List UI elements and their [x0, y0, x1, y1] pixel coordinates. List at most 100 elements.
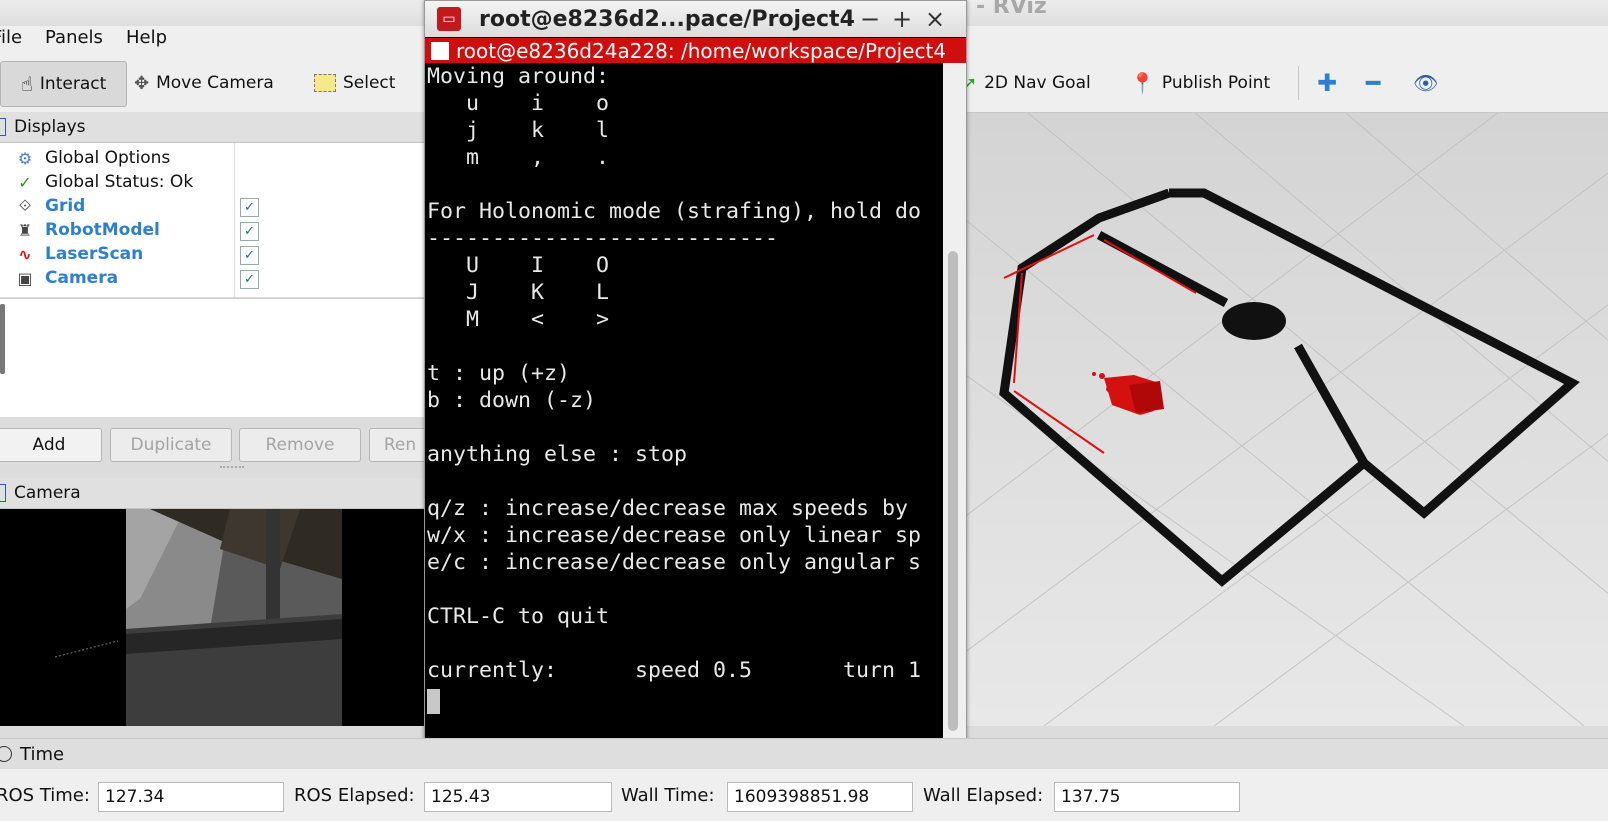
tree-item-camera[interactable]: ▣ Camera — [0, 266, 424, 290]
move-camera-label: Move Camera — [156, 73, 274, 93]
select-label: Select — [343, 73, 396, 93]
terminal-line: b : down (-z) — [427, 388, 597, 413]
minimize-icon[interactable]: − — [860, 5, 880, 33]
terminal-line: Moving around: — [427, 64, 610, 89]
robotmodel-checkbox[interactable]: ✓ — [240, 222, 259, 241]
terminal-line: currently: speed 0.5 turn 1 — [427, 658, 922, 683]
tree-item-laserscan[interactable]: ∿ LaserScan — [0, 242, 424, 266]
tree-item-global-options[interactable]: ⚙ Global Options — [0, 146, 424, 170]
panel-icon — [0, 118, 6, 136]
duplicate-button[interactable]: Duplicate — [110, 428, 232, 462]
terminal-line: --------------------------- — [427, 226, 779, 251]
terminal-line: anything else : stop — [427, 442, 688, 467]
terminal-titlebar[interactable]: ▭ root@e8236d2...pace/Project4 — [425, 1, 966, 37]
terminal-scrollbar-thumb[interactable] — [948, 251, 958, 731]
camera-icon: ▣ — [17, 268, 33, 288]
select-tool-button[interactable]: Select — [314, 61, 395, 105]
terminal-line: m , . — [427, 145, 610, 170]
terminal-line: t : up (+z) — [427, 361, 571, 386]
wall-time-label: Wall Time: — [621, 785, 715, 806]
terminal-line: U I O — [427, 253, 610, 278]
tree-item-robotmodel[interactable]: ♜ RobotModel — [0, 218, 424, 242]
splitter-grip[interactable] — [220, 466, 244, 472]
robot-icon: ♜ — [17, 220, 33, 240]
nav-goal-tool-button[interactable]: ➚ 2D Nav Goal — [962, 61, 1091, 105]
camera-panel-title: Camera — [14, 483, 81, 503]
terminal-icon: ▭ — [437, 7, 461, 31]
rename-button[interactable]: Ren — [369, 428, 431, 462]
terminal-line: w/x : increase/decrease only linear sp — [427, 523, 922, 548]
menu-panels[interactable]: Panels — [45, 27, 103, 48]
terminal-tab[interactable]: root@e8236d24a228: /home/workspace/Proje… — [425, 38, 966, 63]
displays-panel-header: Displays — [0, 112, 424, 143]
maximize-icon[interactable]: + — [892, 5, 912, 33]
move-camera-tool-button[interactable]: ✥ Move Camera — [134, 61, 274, 105]
3d-render-view[interactable] — [964, 113, 1608, 726]
panel-icon — [0, 484, 6, 502]
minus-icon[interactable]: ━ — [1366, 61, 1380, 105]
camera-panel-header: Camera — [0, 478, 424, 509]
terminal-window[interactable]: ▭ root@e8236d2...pace/Project4 − + × roo… — [424, 0, 967, 748]
nav-goal-label: 2D Nav Goal — [984, 73, 1091, 93]
clock-icon — [0, 746, 12, 762]
splitter-handle[interactable] — [0, 304, 5, 374]
time-panel-title: Time — [20, 743, 65, 765]
terminal-line: CTRL-C to quit — [427, 604, 610, 629]
terminal-line: M < > — [427, 307, 610, 332]
tree-item-global-status[interactable]: ✓ Global Status: Ok — [0, 170, 424, 194]
hand-pointer-icon: ☝ — [20, 72, 33, 96]
wall-time-field[interactable]: 1609398851.98 — [727, 782, 913, 812]
plus-icon[interactable]: ✚ — [1317, 61, 1337, 105]
tree-item-grid[interactable]: ⟐ Grid — [0, 194, 424, 218]
terminal-title: root@e8236d2...pace/Project4 — [479, 6, 855, 32]
add-button[interactable]: Add — [0, 428, 102, 462]
toolbar-separator — [1298, 66, 1299, 100]
interact-tool-button[interactable]: ☝ Interact — [0, 61, 127, 107]
ros-elapsed-field[interactable]: 125.43 — [424, 782, 612, 812]
checkmark-icon: ✓ — [18, 172, 32, 192]
terminal-line: J K L — [427, 280, 610, 305]
terminal-tab-icon — [431, 41, 449, 60]
terminal-line: q/z : increase/decrease max speeds by — [427, 496, 909, 521]
terminal-scrollbar[interactable] — [943, 63, 966, 743]
camera-image — [0, 509, 424, 726]
ros-elapsed-label: ROS Elapsed: — [294, 785, 415, 806]
grid-checkbox[interactable]: ✓ — [240, 198, 259, 217]
time-panel-header: Time — [0, 738, 1608, 769]
menu-file[interactable]: File — [0, 27, 22, 48]
publish-point-label: Publish Point — [1161, 73, 1271, 93]
select-icon — [314, 74, 336, 92]
wall-elapsed-field[interactable]: 137.75 — [1054, 782, 1240, 812]
ros-time-field[interactable]: 127.34 — [98, 782, 284, 812]
wall-elapsed-label: Wall Elapsed: — [923, 785, 1044, 806]
close-icon[interactable]: × — [925, 5, 945, 33]
terminal-line: u i o — [427, 91, 610, 116]
terminal-line: For Holonomic mode (strafing), hold do — [427, 199, 922, 224]
menu-help[interactable]: Help — [126, 27, 167, 48]
displays-title: Displays — [14, 117, 86, 137]
laserscan-checkbox[interactable]: ✓ — [240, 246, 259, 265]
grid-icon: ⟐ — [18, 196, 32, 215]
interact-label: Interact — [39, 74, 107, 94]
ros-time-label: ROS Time: — [0, 785, 90, 806]
gear-icon: ⚙ — [17, 148, 33, 168]
terminal-tab-title: root@e8236d24a228: /home/workspace/Proje… — [456, 38, 947, 63]
eye-icon[interactable]: 👁 — [1413, 61, 1438, 105]
terminal-line: e/c : increase/decrease only angular s — [427, 550, 922, 575]
map-pin-icon: 📍 — [1130, 71, 1155, 95]
terminal-line: j k l — [427, 118, 610, 143]
terminal-output[interactable]: Moving around: u i o j k l m , . For Hol… — [425, 63, 945, 743]
remove-button[interactable]: Remove — [239, 428, 361, 462]
publish-point-tool-button[interactable]: 📍 Publish Point — [1130, 61, 1270, 105]
camera-checkbox[interactable]: ✓ — [240, 270, 259, 289]
window-title: - RViz — [976, 0, 1047, 19]
properties-area — [0, 298, 424, 417]
move-camera-icon: ✥ — [134, 72, 150, 94]
terminal-cursor — [427, 689, 440, 714]
